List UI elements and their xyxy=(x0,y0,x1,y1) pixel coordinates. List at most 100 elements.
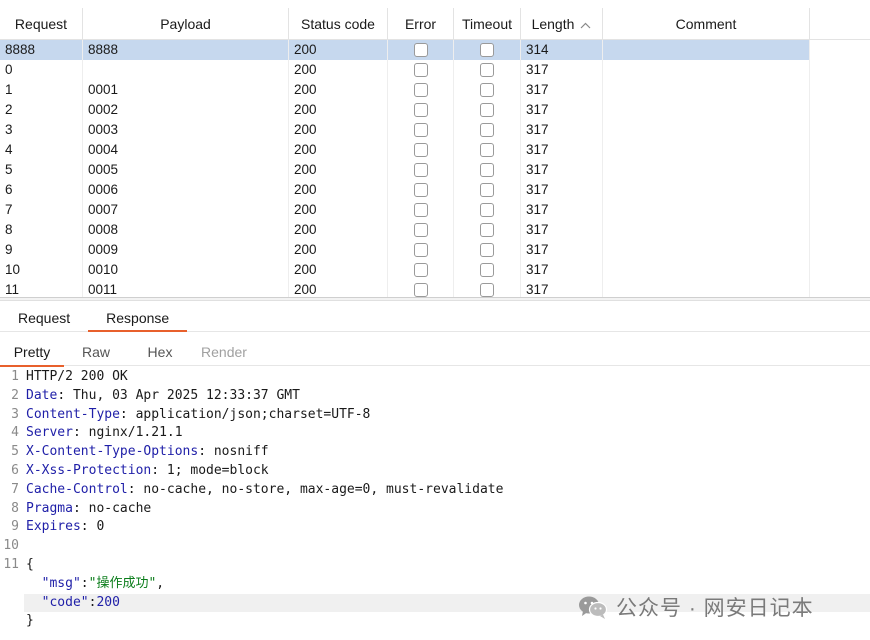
cell-error xyxy=(388,220,454,240)
table-row[interactable]: 3 0003 200 317 xyxy=(0,120,870,140)
table-row[interactable]: 2 0002 200 317 xyxy=(0,100,870,120)
timeout-checkbox xyxy=(480,243,494,257)
column-header-length[interactable]: Length xyxy=(521,8,603,40)
cell-error xyxy=(388,120,454,140)
cell-request: 2 xyxy=(0,100,83,120)
status-line: HTTP/2 200 OK xyxy=(26,369,128,384)
column-label: Payload xyxy=(160,16,211,32)
code-line: 11 { xyxy=(0,556,870,575)
cell-length: 317 xyxy=(521,80,603,100)
code-text: Date: Thu, 03 Apr 2025 12:33:37 GMT xyxy=(24,387,870,406)
tab-hex[interactable]: Hex xyxy=(128,337,192,366)
cell-payload: 0003 xyxy=(83,120,289,140)
header-value: 0 xyxy=(96,519,105,535)
cell-payload xyxy=(83,60,289,80)
cell-comment xyxy=(603,240,810,260)
cell-status-code: 200 xyxy=(289,220,388,240)
error-checkbox xyxy=(413,163,428,177)
cell-timeout xyxy=(454,80,521,100)
line-number: 9 xyxy=(11,519,19,535)
table-row[interactable]: 4 0004 200 317 xyxy=(0,140,870,160)
header-value: 1; mode=block xyxy=(166,462,269,478)
cell-filler xyxy=(810,120,870,140)
header-value: nginx/1.21.1 xyxy=(88,425,183,441)
table-row[interactable]: 10 0010 200 317 xyxy=(0,260,870,280)
header-value: Thu, 03 Apr 2025 12:33:37 GMT xyxy=(72,387,300,403)
column-header-payload[interactable]: Payload xyxy=(83,8,289,40)
cell-length: 317 xyxy=(521,240,603,260)
column-header-timeout[interactable]: Timeout xyxy=(454,8,521,40)
cell-error xyxy=(388,160,454,180)
header-separator: : xyxy=(127,481,144,497)
code-line: 4 Server: nginx/1.21.1 xyxy=(0,424,870,443)
table-row[interactable]: 8 0008 200 317 xyxy=(0,220,870,240)
code-text: Cache-Control: no-cache, no-store, max-a… xyxy=(24,481,870,500)
tab-request[interactable]: Request xyxy=(0,302,88,332)
cell-comment xyxy=(603,260,810,280)
error-checkbox xyxy=(413,83,428,97)
cell-status-code: 200 xyxy=(289,160,388,180)
cell-payload: 0007 xyxy=(83,200,289,220)
cell-error xyxy=(388,260,454,280)
error-checkbox xyxy=(413,183,428,197)
cell-status-code: 200 xyxy=(289,100,388,120)
table-row[interactable]: 5 0005 200 317 xyxy=(0,160,870,180)
table-row[interactable]: 1 0001 200 317 xyxy=(0,80,870,100)
error-checkbox xyxy=(413,143,428,157)
cell-request: 10 xyxy=(0,260,83,280)
cell-error xyxy=(388,200,454,220)
cell-filler xyxy=(810,160,870,180)
cell-request: 1 xyxy=(0,80,83,100)
tab-render[interactable]: Render xyxy=(192,337,256,366)
watermark: 公众号 · 网安日记本 xyxy=(578,590,814,624)
cell-payload: 0009 xyxy=(83,240,289,260)
line-number: 2 xyxy=(11,387,19,403)
cell-length: 317 xyxy=(521,160,603,180)
cell-filler xyxy=(810,60,870,80)
cell-length: 317 xyxy=(521,280,603,298)
tab-raw[interactable]: Raw xyxy=(64,337,128,366)
column-header-status-code[interactable]: Status code xyxy=(289,8,388,40)
column-header-request[interactable]: Request xyxy=(0,8,83,40)
cell-error xyxy=(388,80,454,100)
header-name: Cache-Control xyxy=(26,481,128,497)
column-header-comment[interactable]: Comment xyxy=(603,8,810,40)
table-row[interactable]: 11 0011 200 317 xyxy=(0,280,870,298)
cell-length: 317 xyxy=(521,60,603,80)
code-line: 8 Pragma: no-cache xyxy=(0,500,870,519)
tab-pretty[interactable]: Pretty xyxy=(0,337,64,367)
column-header-error[interactable]: Error xyxy=(388,8,454,40)
json-key: "msg" xyxy=(41,575,81,591)
line-number xyxy=(0,612,22,631)
cell-payload: 0006 xyxy=(83,180,289,200)
cell-length: 317 xyxy=(521,180,603,200)
table-row[interactable]: 6 0006 200 317 xyxy=(0,180,870,200)
tab-response[interactable]: Response xyxy=(88,302,188,332)
code-line: 7 Cache-Control: no-cache, no-store, max-… xyxy=(0,481,870,500)
error-checkbox xyxy=(413,63,428,77)
pane-splitter[interactable] xyxy=(0,297,870,301)
table-row[interactable]: 0 200 317 xyxy=(0,60,870,80)
timeout-checkbox xyxy=(480,83,494,97)
cell-request: 9 xyxy=(0,240,83,260)
cell-comment xyxy=(603,140,810,160)
header-separator: : xyxy=(57,387,73,403)
json-comma: , xyxy=(156,575,165,591)
cell-payload: 8888 xyxy=(83,40,289,60)
table-row[interactable]: 8888 8888 200 314 xyxy=(0,40,870,60)
cell-filler xyxy=(810,80,870,100)
header-value: no-cache xyxy=(88,500,152,516)
cell-filler xyxy=(810,40,870,60)
tab-label: Hex xyxy=(147,344,173,360)
table-row[interactable]: 9 0009 200 317 xyxy=(0,240,870,260)
error-checkbox xyxy=(413,203,428,217)
header-name: Expires xyxy=(26,519,81,535)
table-row[interactable]: 7 0007 200 317 xyxy=(0,200,870,220)
cell-request: 3 xyxy=(0,120,83,140)
cell-timeout xyxy=(454,180,521,200)
tab-label: Request xyxy=(18,310,71,326)
cell-timeout xyxy=(454,60,521,80)
cell-request: 6 xyxy=(0,180,83,200)
